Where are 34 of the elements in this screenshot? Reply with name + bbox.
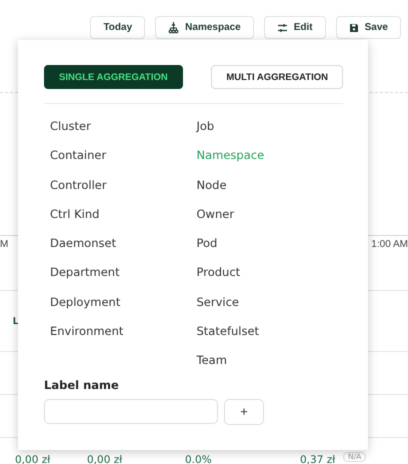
save-icon <box>348 22 359 32</box>
aggregation-option[interactable]: Deployment <box>50 294 196 324</box>
aggregation-option[interactable]: Team <box>196 352 343 382</box>
aggregation-option[interactable]: Owner <box>196 206 343 236</box>
aggregation-option[interactable]: Cluster <box>50 118 196 148</box>
aggregation-option[interactable]: Job <box>196 118 343 148</box>
aggregation-option[interactable]: Node <box>196 176 343 206</box>
aggregation-option[interactable]: Product <box>196 264 343 294</box>
aggregation-option[interactable]: Controller <box>50 176 196 206</box>
table-cell: 0.0% <box>185 454 212 464</box>
sliders-icon <box>276 22 288 32</box>
aggregation-tab[interactable]: SINGLE AGGREGATION <box>44 65 183 89</box>
aggregation-option[interactable]: Container <box>50 147 196 177</box>
toolbar-button[interactable]: Namespace <box>155 16 254 39</box>
add-button[interactable]: + <box>224 398 264 425</box>
aggregation-option[interactable]: Department <box>50 264 196 294</box>
aggregation-option[interactable]: Environment <box>50 323 196 352</box>
field-label: Label name <box>44 378 120 392</box>
toolbar-button[interactable]: Edit <box>264 16 326 39</box>
toolbar-button[interactable]: Save <box>336 16 401 39</box>
aggregation-option[interactable]: Pod <box>196 235 343 264</box>
aggregation-option[interactable]: Statefulset <box>196 323 343 352</box>
table-cell: 0,37 zł <box>300 454 336 464</box>
toolbar-button[interactable]: Today <box>90 16 146 39</box>
aggregation-tab[interactable]: MULTI AGGREGATION <box>211 65 343 89</box>
table-cell: 0,00 zł <box>15 454 50 464</box>
label-name-field[interactable] <box>44 398 218 424</box>
aggregation-option[interactable]: Ctrl Kind <box>50 206 196 236</box>
hierarchy-icon <box>168 21 180 34</box>
aggregation-option[interactable]: Daemonset <box>50 235 196 264</box>
aggregation-option[interactable]: Service <box>196 294 343 324</box>
table-cell: 0,00 zł <box>87 454 122 464</box>
axis-label: 1:00 AM <box>371 239 408 250</box>
axis-label: M <box>0 239 8 250</box>
